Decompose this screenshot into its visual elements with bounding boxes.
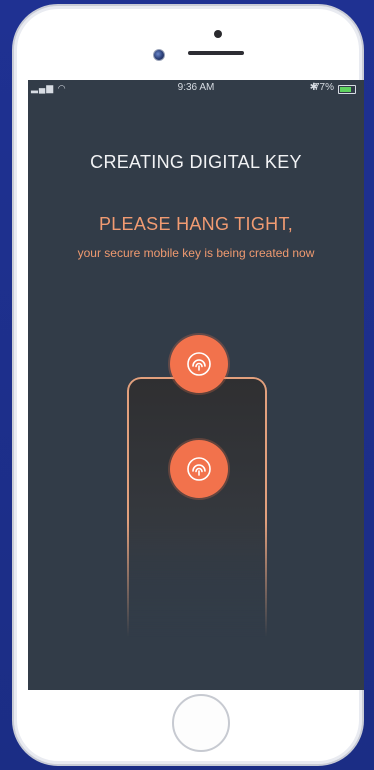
status-message: your secure mobile key is being created …: [77, 246, 315, 260]
status-bar: ▂▄▆ ◠ 9:36 AM ✱ 77%: [28, 80, 364, 96]
key-fingerprint-icon: [187, 457, 211, 481]
earpiece-speaker: [188, 51, 244, 55]
proximity-sensor: [214, 30, 222, 38]
battery-level: [340, 87, 351, 92]
key-badge-center: [170, 440, 228, 498]
home-button[interactable]: [172, 694, 230, 752]
app-screen: ▂▄▆ ◠ 9:36 AM ✱ 77% CREATING DIGITAL KEY…: [28, 80, 364, 690]
device-illustration: [127, 377, 267, 637]
battery-percentage: 77%: [313, 82, 334, 93]
front-camera: [153, 49, 165, 61]
battery-icon: [338, 85, 356, 94]
page-title: CREATING DIGITAL KEY: [90, 152, 302, 172]
key-fingerprint-icon: [187, 352, 211, 376]
key-badge-top: [170, 335, 228, 393]
status-heading: PLEASE HANG TIGHT,: [98, 214, 294, 234]
